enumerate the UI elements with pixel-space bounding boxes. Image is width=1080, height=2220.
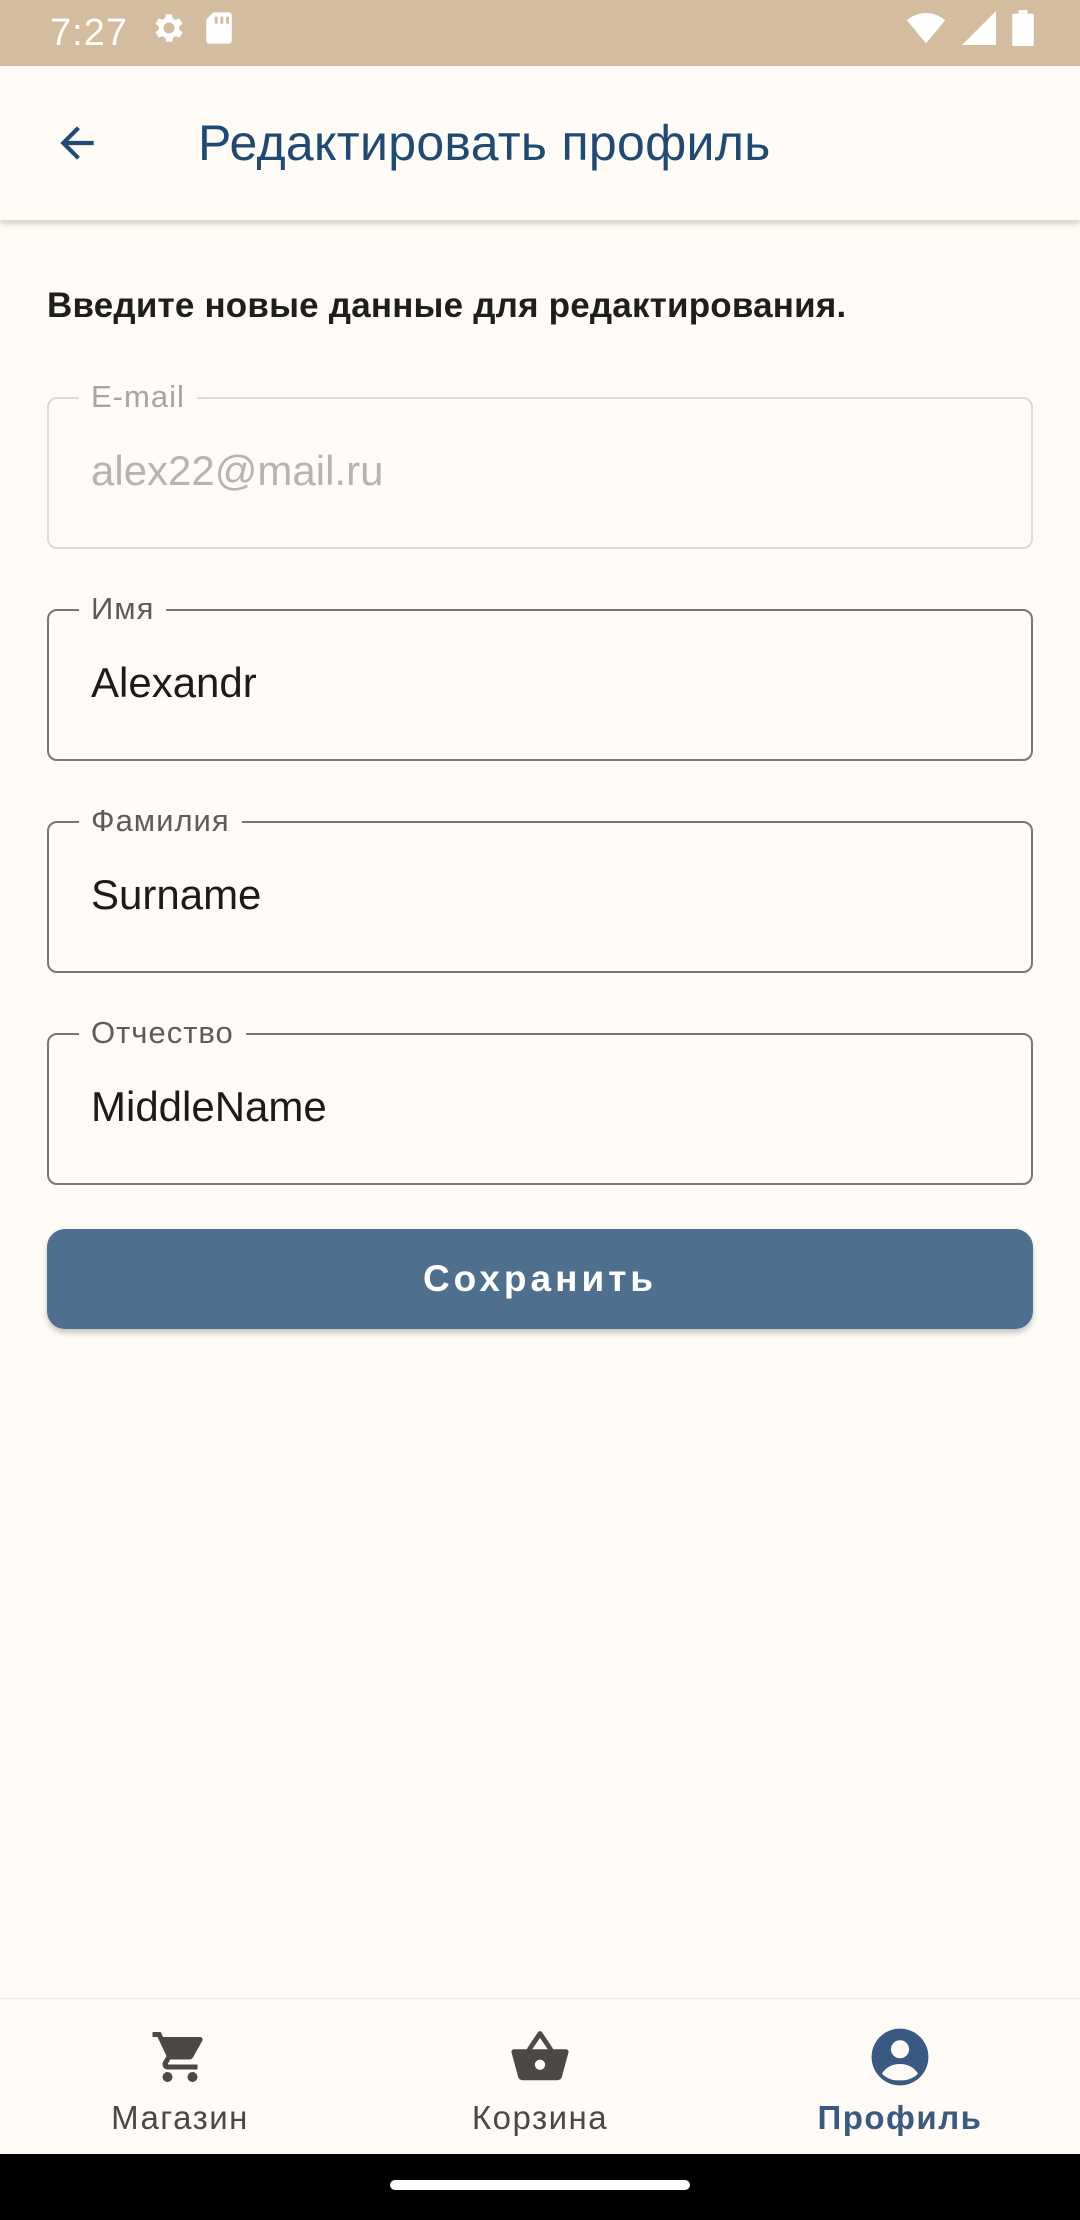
email-field: E-mail — [47, 379, 1033, 549]
middle-name-label: Отчество — [79, 1015, 246, 1051]
middle-name-input[interactable] — [91, 1083, 991, 1131]
bottom-navigation: Магазин Корзина Профиль — [0, 1998, 1080, 2154]
form-instruction: Введите новые данные для редактирования. — [47, 286, 847, 325]
nav-item-profile[interactable]: Профиль — [720, 1999, 1080, 2154]
back-button[interactable] — [40, 108, 114, 182]
sd-card-icon — [204, 11, 234, 55]
last-name-label: Фамилия — [79, 803, 242, 839]
nav-item-shop[interactable]: Магазин — [0, 1999, 360, 2154]
last-name-field[interactable]: Фамилия — [47, 803, 1033, 973]
battery-icon — [1012, 10, 1034, 56]
top-app-bar: Редактировать профиль — [0, 66, 1080, 220]
account-circle-icon — [868, 2025, 932, 2089]
wifi-icon — [906, 12, 946, 55]
save-button[interactable]: Сохранить — [47, 1229, 1033, 1329]
arrow-back-icon — [52, 118, 102, 173]
nav-label-profile: Профиль — [817, 2099, 983, 2136]
status-bar: 7:27 — [0, 0, 1080, 66]
status-time: 7:27 — [50, 11, 128, 54]
first-name-label: Имя — [79, 591, 167, 627]
basket-icon — [508, 2025, 572, 2089]
signal-icon — [962, 11, 996, 55]
middle-name-field[interactable]: Отчество — [47, 1015, 1033, 1185]
edit-profile-screen: 7:27 Редактировать профиль Введите новые… — [0, 0, 1080, 2220]
email-field-label: E-mail — [79, 379, 197, 415]
first-name-field[interactable]: Имя — [47, 591, 1033, 761]
gesture-navigation-area — [0, 2154, 1080, 2220]
first-name-input[interactable] — [91, 659, 991, 707]
cart-icon — [148, 2025, 212, 2089]
nav-label-basket: Корзина — [471, 2099, 609, 2136]
nav-item-basket[interactable]: Корзина — [360, 1999, 720, 2154]
settings-icon — [150, 9, 188, 57]
nav-label-shop: Магазин — [111, 2099, 249, 2136]
last-name-input[interactable] — [91, 871, 991, 919]
home-gesture-handle[interactable] — [390, 2180, 690, 2190]
email-input — [91, 447, 991, 495]
page-title: Редактировать профиль — [198, 115, 771, 171]
